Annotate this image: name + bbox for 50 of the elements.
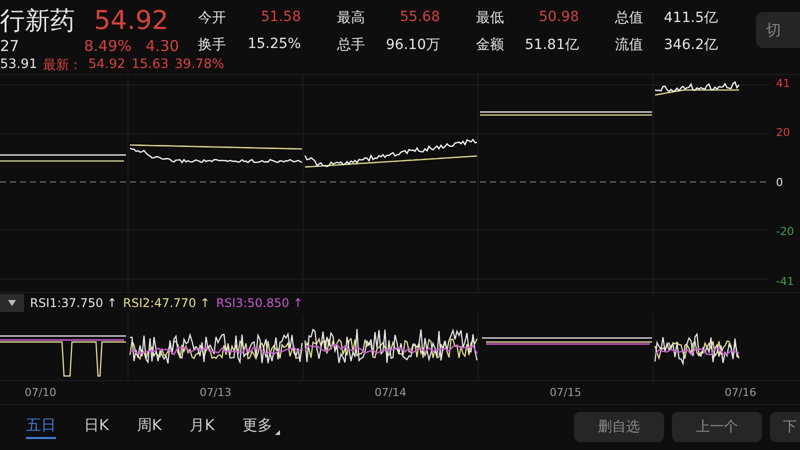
axis-label: 20 [776, 126, 791, 140]
stat-value: 51.81亿 [524, 36, 579, 55]
stat-value: 15.25% [248, 36, 301, 54]
stat-value: 51.58 [260, 9, 301, 27]
action-button[interactable]: 下 [770, 412, 800, 442]
latest-price: 54.92 [88, 57, 126, 72]
stat-label: 总值 [614, 9, 643, 28]
axis-label: 41 [776, 76, 791, 90]
date-label: 07/10 [24, 386, 56, 399]
stock-name: 行新药 [0, 5, 76, 37]
date-label: 07/13 [200, 386, 232, 399]
stat-label: 总手 [336, 36, 365, 55]
period-tab[interactable]: 更多 [242, 416, 280, 439]
date-label: 07/14 [374, 386, 406, 399]
action-button[interactable]: 上一个 [672, 412, 762, 442]
period-tab[interactable]: 五日 [26, 416, 56, 439]
stat-value: 96.10万 [386, 36, 440, 55]
latest-change: 15.63 [131, 57, 169, 72]
period-tab[interactable]: 月K [190, 416, 215, 439]
date-label: 07/15 [550, 386, 582, 399]
date-label: 07/16 [724, 386, 756, 399]
stat-label: 流值 [614, 36, 643, 55]
period-tab[interactable]: 日K [84, 416, 109, 439]
stat-label: 今开 [198, 9, 226, 28]
rsi-reading: RSI1:37.750 ↑ [30, 296, 118, 310]
stat-value: 346.2亿 [664, 36, 718, 55]
axis-label: -20 [776, 225, 795, 238]
caret-icon [8, 300, 16, 306]
stock-code: 27 [0, 37, 20, 55]
action-button[interactable]: 删自选 [574, 412, 664, 442]
stock-price: 54.92 [94, 6, 168, 36]
indicator-dropdown[interactable] [0, 294, 24, 312]
stat-value: 50.98 [538, 9, 579, 27]
latest-label: 最新： [43, 56, 82, 74]
stat-value: 55.68 [400, 9, 440, 27]
rsi-reading: RSI2:47.770 ↑ [123, 296, 210, 310]
rsi-reading: RSI3:50.850 ↑ [216, 296, 304, 310]
change-amount: 4.30 [146, 37, 180, 55]
stat-label: 最低 [476, 9, 504, 28]
previous-close: 53.91 [0, 57, 38, 72]
switch-button[interactable]: 切 [756, 12, 800, 48]
axis-label: 0 [776, 176, 784, 189]
change-percent: 8.49% [84, 37, 132, 55]
stat-label: 换手 [198, 36, 226, 55]
stat-value: 411.5亿 [664, 9, 718, 28]
period-tab[interactable]: 周K [136, 416, 162, 439]
axis-label: -41 [776, 274, 795, 288]
stat-label: 金额 [476, 36, 504, 55]
stat-label: 最高 [336, 9, 365, 28]
latest-percent: 39.78% [174, 57, 224, 72]
